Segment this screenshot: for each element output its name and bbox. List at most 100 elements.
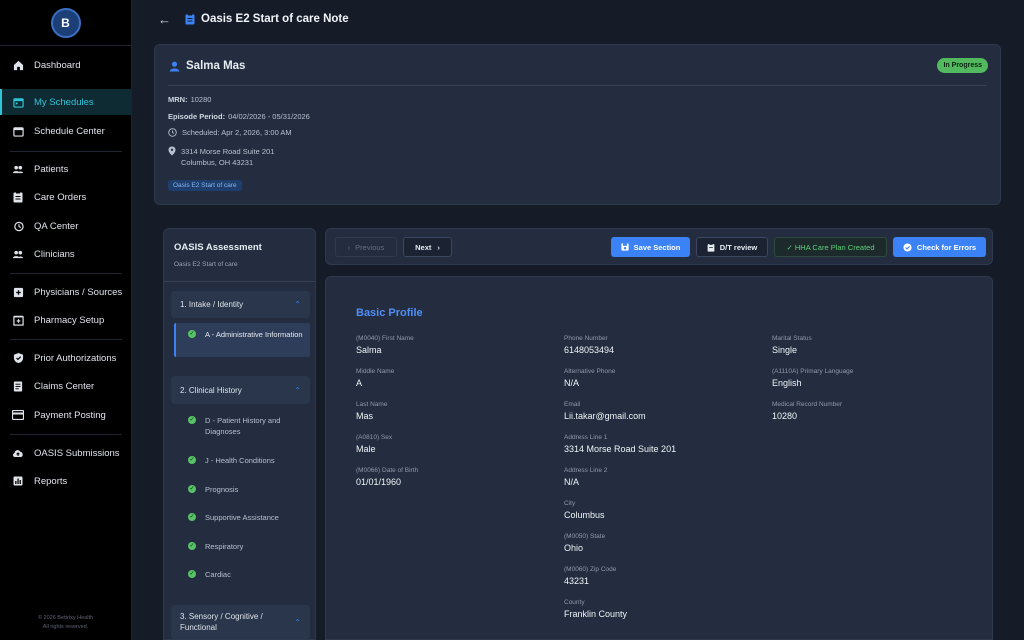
sidebar-item-prior-authorizations[interactable]: Prior Authorizations [0,345,131,371]
calendar-icon [12,125,24,137]
address-block: 3314 Morse Road Suite 201 Columbus, OH 4… [181,146,274,168]
field-label: Address Line 2 [564,467,608,474]
sidebar-item-label: QA Center [34,220,79,232]
app-logo[interactable]: B [50,7,81,38]
sidebar-item-label: Care Orders [34,191,87,203]
section-item-prognosis[interactable]: ✓ Prognosis [174,484,310,495]
previous-button[interactable]: ‹ Previous [335,237,397,257]
chevron-up-icon[interactable]: ⌃ [294,386,301,395]
dt-review-button[interactable]: D/T review [696,237,768,257]
field-value: Salma [356,345,382,355]
panel-divider [164,281,315,282]
field-email[interactable]: Email Lii.takar@gmail.com [564,401,646,421]
sidebar-item-reports[interactable]: Reports [0,468,131,494]
section-sensory-cognitive-functional[interactable]: 3. Sensory / Cognitive / Functional ⌃ [171,605,310,639]
sidebar-item-pharmacy-setup[interactable]: Pharmacy Setup [0,307,131,333]
sidebar-item-clinicians[interactable]: Clinicians [0,241,131,267]
field-label: Last Name [356,401,388,408]
field-value: Columbus [564,510,605,520]
sidebar-item-schedule-center[interactable]: Schedule Center [0,118,131,144]
field-middle-name[interactable]: Middle Name A [356,368,394,388]
field-label: (A1110A) Primary Language [772,368,854,375]
cloud-upload-icon [12,447,24,459]
sidebar-item-patients[interactable]: Patients [0,156,131,182]
address-row: 3314 Morse Road Suite 201 Columbus, OH 4… [168,146,274,168]
sidebar-item-label: Payment Posting [34,409,106,421]
field-label: (M0050) State [564,533,606,540]
hha-care-plan-button[interactable]: ✓ HHA Care Plan Created [774,237,887,257]
field-date-of-birth[interactable]: (M0066) Date of Birth 01/01/1960 [356,467,418,487]
scheduled-row: Scheduled: Apr 2, 2026, 3:00 AM [168,128,292,139]
section-item-cardiac[interactable]: ✓ Cardiac [174,569,310,580]
sidebar-item-claims-center[interactable]: Claims Center [0,373,131,399]
status-badge: In Progress [937,58,988,73]
check-circle-icon: ✓ [188,485,196,493]
sidebar-item-payment-posting[interactable]: Payment Posting [0,402,131,428]
field-medical-record-number[interactable]: Medical Record Number 10280 [772,401,842,421]
page-header: ← Oasis E2 Start of care Note [132,0,1024,38]
sidebar-item-label: Schedule Center [34,125,105,137]
sidebar-item-label: Clinicians [34,248,75,260]
section-item-supportive-assistance[interactable]: ✓ Supportive Assistance [174,512,310,523]
document-icon [12,380,24,392]
field-value: Mas [356,411,374,421]
chevron-up-icon[interactable]: ⌃ [294,300,301,309]
field-phone-number[interactable]: Phone Number 6148053494 [564,335,614,355]
field-last-name[interactable]: Last Name Mas [356,401,387,421]
sidebar-footer: © 2026 Bettrixy Health All rights reserv… [0,614,131,632]
check-for-errors-button[interactable]: Check for Errors [893,237,986,257]
field-value: English [772,378,802,388]
sidebar-item-care-orders[interactable]: Care Orders [0,184,131,210]
card-icon [12,409,24,421]
check-circle-icon: ✓ [188,542,196,550]
episode-row: Episode Period: 04/02/2026 - 05/31/2026 [168,112,310,121]
field-city[interactable]: City Columbus [564,500,605,520]
rights-text: All rights reserved. [42,624,89,630]
sidebar-item-label: Pharmacy Setup [34,314,105,326]
mrn-value: 10280 [190,95,212,104]
field-primary-language[interactable]: (A1110A) Primary Language English [772,368,853,388]
section-item-respiratory[interactable]: ✓ Respiratory [174,541,310,552]
field-address-line-1[interactable]: Address Line 1 3314 Morse Road Suite 201 [564,434,676,454]
field-sex[interactable]: (A0810) Sex Male [356,434,392,454]
next-button[interactable]: Next › [403,237,452,257]
save-section-button[interactable]: Save Section [611,237,690,257]
episode-label: Episode Period: [168,112,226,121]
sidebar-item-my-schedules[interactable]: My Schedules [0,89,131,115]
check-circle-icon: ✓ [188,513,196,521]
check-circle-icon [903,242,912,252]
section-item-administrative-information[interactable]: ✓ A - Administrative Information [174,323,310,357]
sidebar-item-label: OASIS Submissions [34,447,120,459]
field-alternative-phone[interactable]: Alternative Phone N/A [564,368,615,388]
section-clinical-history[interactable]: 2. Clinical History ⌃ [171,376,310,404]
section-item-label: Prognosis [205,485,239,494]
nav-divider [10,339,122,340]
field-value: 3314 Morse Road Suite 201 [564,444,677,454]
check-circle-icon: ✓ [188,416,196,424]
chevron-up-icon[interactable]: ⌃ [294,617,301,628]
check-circle-icon: ✓ [188,456,196,464]
section-item-patient-history[interactable]: ✓ D - Patient History and Diagnoses [174,415,310,437]
field-county[interactable]: County Franklin County [564,599,627,619]
sidebar-item-label: Reports [34,475,68,487]
field-marital-status[interactable]: Marital Status Single [772,335,812,355]
calendar-icon [12,96,24,108]
sidebar-item-physicians-sources[interactable]: Physicians / Sources [0,279,131,305]
shield-check-icon [12,352,24,364]
field-label: (M0040) First Name [356,335,414,342]
sidebar-item-oasis-submissions[interactable]: OASIS Submissions [0,440,131,466]
sidebar-item-qa-center[interactable]: QA Center [0,213,131,239]
section-item-label: Supportive Assistance [205,513,279,522]
field-zip-code[interactable]: (M0060) Zip Code 43231 [564,566,616,586]
field-state[interactable]: (M0050) State Ohio [564,533,605,553]
field-address-line-2[interactable]: Address Line 2 N/A [564,467,607,487]
field-first-name[interactable]: (M0040) First Name Salma [356,335,414,355]
back-arrow-icon[interactable]: ← [158,12,171,27]
sidebar-item-dashboard[interactable]: Dashboard [0,52,131,78]
field-value: N/A [564,477,580,487]
section-item-health-conditions[interactable]: ✓ J - Health Conditions [174,455,310,466]
check-circle-icon: ✓ [188,570,196,578]
field-value: Male [356,444,376,454]
section-intake-identity[interactable]: 1. Intake / Identity ⌃ [171,291,310,318]
assessment-title: OASIS Assessment [174,242,262,253]
